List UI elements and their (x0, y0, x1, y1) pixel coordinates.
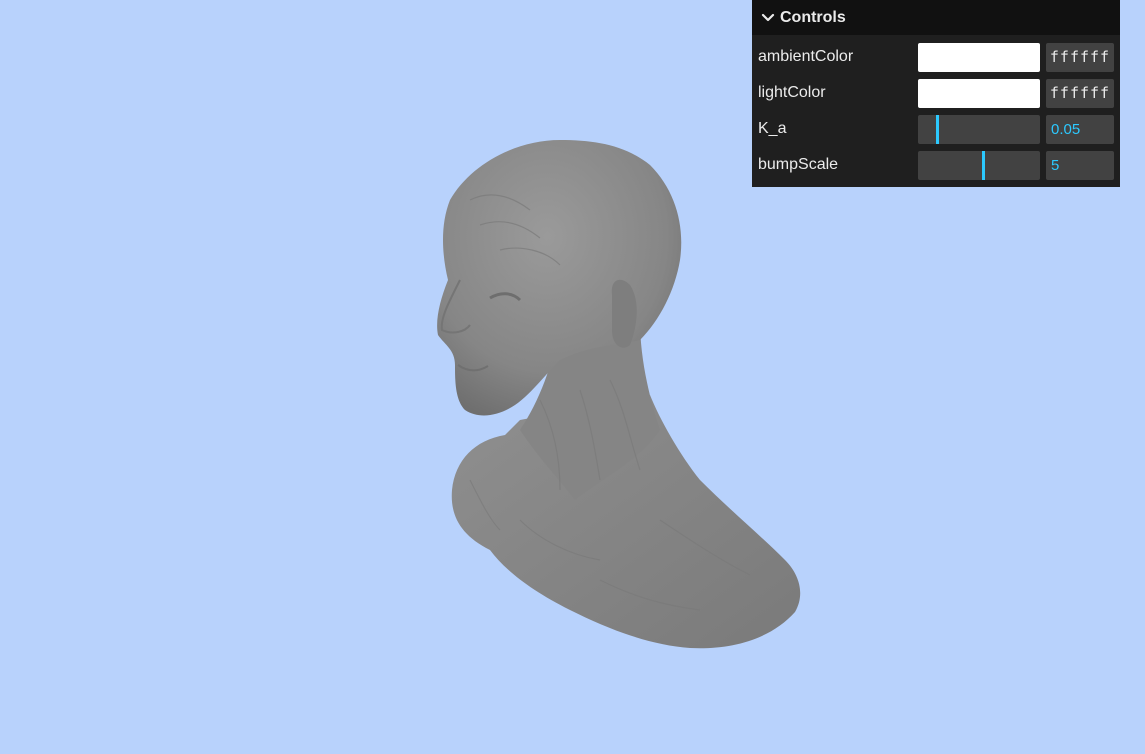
k-a-number-input[interactable]: 0.05 (1046, 114, 1114, 144)
controls-panel: Controls ambientColor ffffff lightColor … (752, 0, 1120, 187)
bump-scale-slider-handle[interactable] (982, 150, 985, 180)
k-a-slider-handle[interactable] (936, 114, 939, 144)
control-row-k-a: K_a 0.05 (752, 111, 1120, 147)
ambient-color-hex-input[interactable]: ffffff (1046, 42, 1114, 72)
control-row-light-color: lightColor ffffff (752, 75, 1120, 111)
bump-scale-label: bumpScale (758, 156, 839, 173)
control-row-ambient-color: ambientColor ffffff (752, 39, 1120, 75)
controls-title-bar[interactable]: Controls (752, 0, 1120, 35)
chevron-down-icon (761, 13, 775, 21)
light-color-swatch[interactable] (918, 78, 1040, 108)
bump-scale-number-input[interactable]: 5 (1046, 150, 1114, 180)
light-color-hex-input[interactable]: ffffff (1046, 78, 1114, 108)
controls-title: Controls (780, 8, 846, 26)
light-color-label: lightColor (758, 84, 826, 101)
control-row-bump-scale: bumpScale 5 (752, 147, 1120, 183)
k-a-slider[interactable] (918, 114, 1040, 144)
ambient-color-label: ambientColor (758, 48, 854, 65)
ambient-color-swatch[interactable] (918, 42, 1040, 72)
bump-scale-slider[interactable] (918, 150, 1040, 180)
k-a-label: K_a (758, 120, 787, 137)
